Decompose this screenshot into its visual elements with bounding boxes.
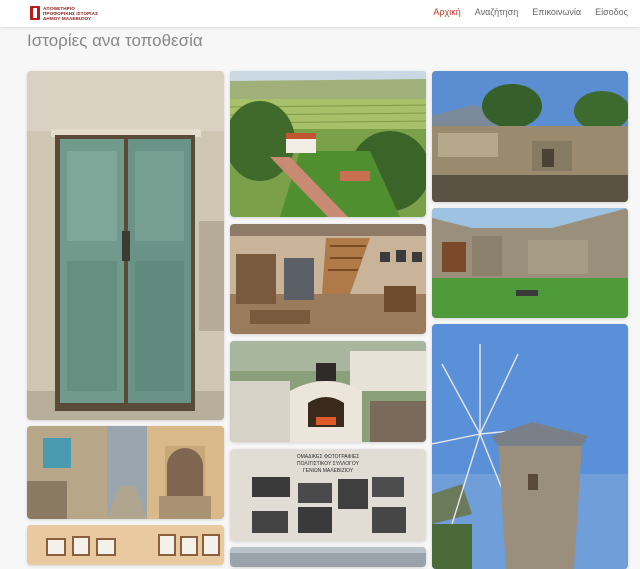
aerial-image [230,71,426,217]
nav-item-login[interactable]: Είσοδος [595,7,628,17]
photo-board-caption-1: ΟΜΑΔΙΚΕΣ ΦΩΤΟΓΡΑΦΙΕΣ [297,454,360,460]
photo-board-image: ΟΜΑΔΙΚΕΣ ΦΩΤΟΓΡΑΦΙΕΣ ΠΟΛΙΤΙΣΤΙΚΟΥ ΣΥΛΛΟΓ… [230,449,426,541]
logo-emblem-icon [30,6,40,20]
photo-board-caption-3: ΓΕΝΙΩΝ ΜΑΛΕΒΙΖΙΟΥ [303,468,354,474]
page-title: Ιστορίες ανα τοποθεσία [27,31,203,50]
gallery-tile-door[interactable] [27,71,224,420]
gallery-tile-partial-bottom[interactable] [230,547,426,567]
gallery-tile-ruined-courtyard[interactable] [432,208,628,318]
gallery-tile-alley[interactable] [27,426,224,519]
ruins-image [432,71,628,202]
top-navigation-bar: ΑΠΟΘΕΤΗΡΙΟ ΠΡΟΦΟΡΙΚΗΣ ΙΣΤΟΡΙΑΣ ΔΗΜΟΥ ΜΑΛ… [0,0,640,27]
gallery-tile-windmill[interactable] [432,324,628,569]
museum-room-image [230,224,426,334]
logo-text: ΑΠΟΘΕΤΗΡΙΟ ΠΡΟΦΟΡΙΚΗΣ ΙΣΤΟΡΙΑΣ ΔΗΜΟΥ ΜΑΛ… [43,6,98,21]
nav-item-search[interactable]: Αναζήτηση [475,7,518,17]
gallery-tile-photo-board[interactable]: ΟΜΑΔΙΚΕΣ ΦΩΤΟΓΡΑΦΙΕΣ ΠΟΛΙΤΙΣΤΙΚΟΥ ΣΥΛΛΟΓ… [230,449,426,541]
gallery-tile-aerial[interactable] [230,71,426,217]
photo-wall-image [27,525,224,565]
door-image [27,71,224,420]
alley-image [27,426,224,519]
gallery-tile-photo-wall[interactable] [27,525,224,565]
nav-item-home[interactable]: Αρχική [433,7,460,17]
main-menu: Αρχική Αναζήτηση Επικοινωνία Είσοδος [433,7,628,17]
partial-bottom-image [230,547,426,567]
gallery-tile-oven[interactable] [230,341,426,442]
gallery-tile-ruins[interactable] [432,71,628,202]
ruined-courtyard-image [432,208,628,318]
gallery-tile-museum-room[interactable] [230,224,426,334]
windmill-image [432,324,628,569]
nav-item-contact[interactable]: Επικοινωνία [532,7,581,17]
logo-line-3: ΔΗΜΟΥ ΜΑΛΕΒΙΖΙΟΥ [43,15,92,21]
photo-board-caption-2: ΠΟΛΙΤΙΣΤΙΚΟΥ ΣΥΛΛΟΓΟΥ [297,461,360,467]
site-logo[interactable]: ΑΠΟΘΕΤΗΡΙΟ ΠΡΟΦΟΡΙΚΗΣ ΙΣΤΟΡΙΑΣ ΔΗΜΟΥ ΜΑΛ… [30,4,98,22]
oven-image [230,341,426,442]
